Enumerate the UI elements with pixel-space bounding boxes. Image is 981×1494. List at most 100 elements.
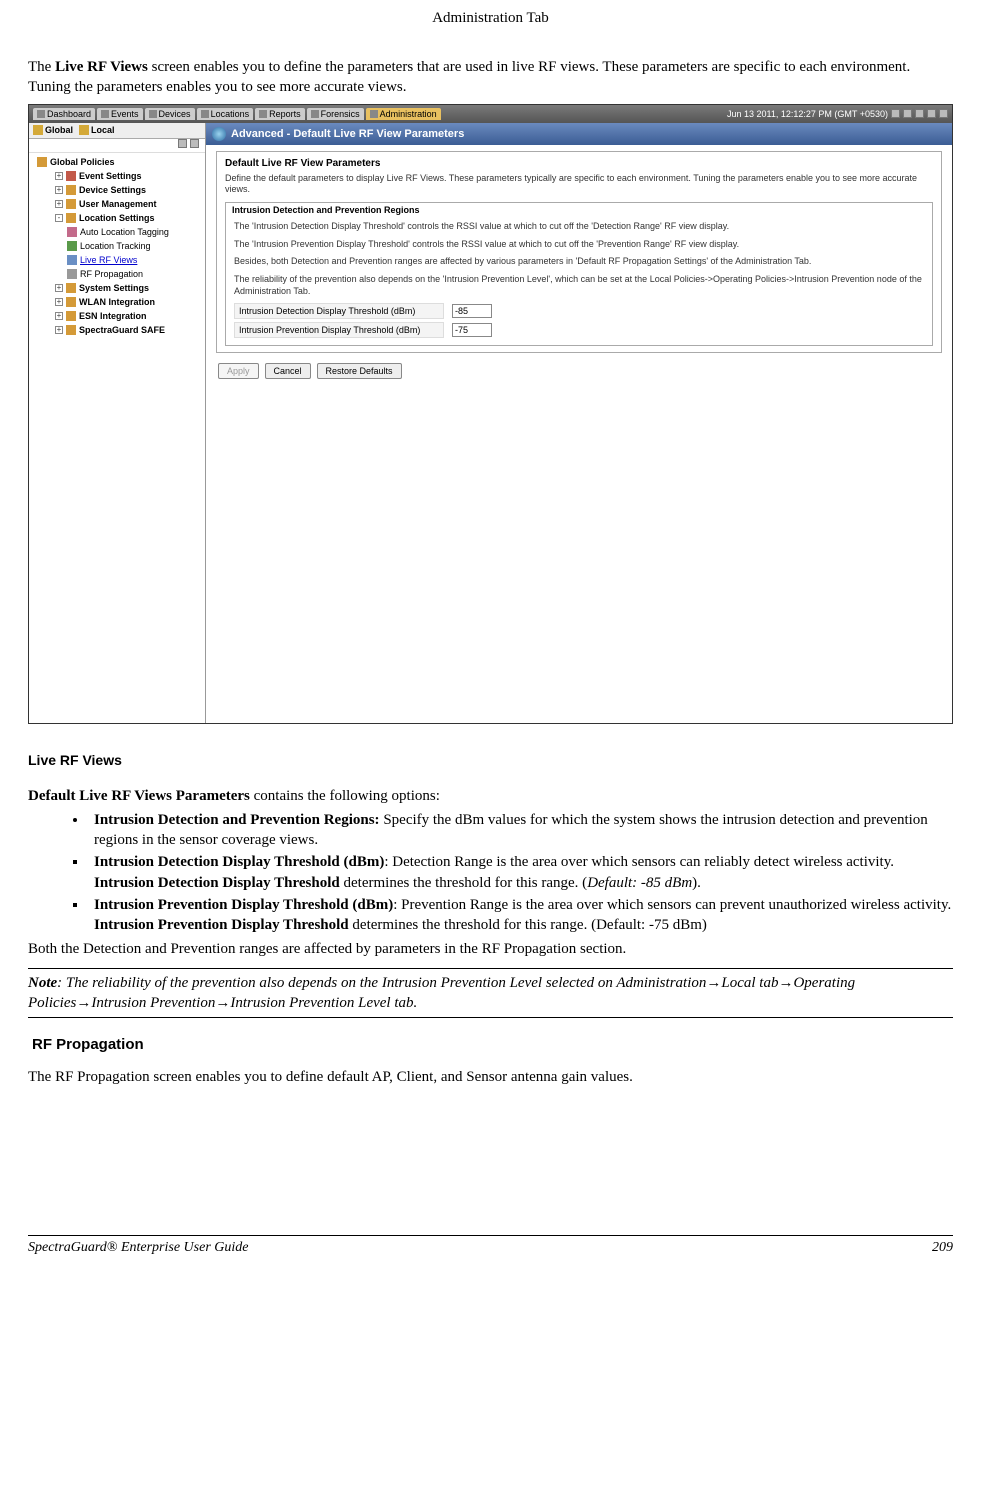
item-label: SpectraGuard SAFE xyxy=(79,325,165,335)
timestamp-text: Jun 13 2011, 12:12:27 PM (GMT +0530) xyxy=(727,109,888,119)
note-bold: Note xyxy=(28,975,57,991)
item-label: System Settings xyxy=(79,283,149,293)
expand-icon[interactable]: + xyxy=(55,312,63,320)
detection-threshold-input[interactable] xyxy=(452,304,492,318)
page-header: Administration Tab xyxy=(28,10,953,27)
expand-icon[interactable]: + xyxy=(55,186,63,194)
note-rest: : The reliability of the prevention also… xyxy=(57,975,706,991)
locations-icon xyxy=(201,110,209,118)
expand-all-icon[interactable] xyxy=(178,139,187,148)
param-row-detection: Intrusion Detection Display Threshold (d… xyxy=(234,303,924,319)
sidebar-location-tracking[interactable]: Location Tracking xyxy=(35,239,205,253)
params-bold: Default Live RF Views Parameters xyxy=(28,788,250,804)
note-block: Note: The reliability of the prevention … xyxy=(28,968,953,1019)
sidebar: Global Local Global Policies +Event Sett… xyxy=(29,123,206,723)
sidebar-live-rf-views[interactable]: Live RF Views xyxy=(35,253,205,267)
tab-locations[interactable]: Locations xyxy=(197,108,254,120)
tab-events[interactable]: Events xyxy=(97,108,143,120)
after-bullets-text: Both the Detection and Prevention ranges… xyxy=(28,939,953,959)
tab-label: Administration xyxy=(380,109,437,119)
app-timestamp: Jun 13 2011, 12:12:27 PM (GMT +0530) xyxy=(727,109,948,119)
sidebar-wlan-integration[interactable]: +WLAN Integration xyxy=(35,295,205,309)
global-label: Global xyxy=(45,125,73,135)
restore-defaults-button[interactable]: Restore Defaults xyxy=(317,363,402,379)
item-label: Device Settings xyxy=(79,185,146,195)
tab-administration[interactable]: Administration xyxy=(366,108,441,120)
tab-label: Forensics xyxy=(321,109,360,119)
sidebar-event-settings[interactable]: +Event Settings xyxy=(35,169,205,183)
tab-reports[interactable]: Reports xyxy=(255,108,305,120)
sidebar-spectraguard-safe[interactable]: + SpectraGuard SAFE xyxy=(35,323,205,337)
tab-label: Devices xyxy=(159,109,191,119)
cancel-button[interactable]: Cancel xyxy=(265,363,311,379)
apply-button[interactable]: Apply xyxy=(218,363,259,379)
rf-icon xyxy=(67,255,77,265)
tab-label: Dashboard xyxy=(47,109,91,119)
sidebar-global-policies[interactable]: Global Policies xyxy=(35,155,205,169)
param-row-prevention: Intrusion Prevention Display Threshold (… xyxy=(234,322,924,338)
item-label: RF Propagation xyxy=(80,269,143,279)
folder-icon xyxy=(66,213,76,223)
expand-icon[interactable]: + xyxy=(55,284,63,292)
para1: The 'Intrusion Detection Display Thresho… xyxy=(234,221,924,233)
logout-icon[interactable] xyxy=(939,109,948,118)
footer-left: SpectraGuard® Enterprise User Guide xyxy=(28,1240,248,1256)
tracking-icon xyxy=(67,241,77,251)
tab-forensics[interactable]: Forensics xyxy=(307,108,364,120)
panel-title: Advanced - Default Live RF View Paramete… xyxy=(231,128,464,140)
note-p5: Intrusion Prevention Level tab. xyxy=(230,995,417,1011)
sidebar-global-tab[interactable]: Global xyxy=(33,125,73,135)
button-row: Apply Cancel Restore Defaults xyxy=(216,363,942,379)
b3-mid1: : Prevention Range is the area over whic… xyxy=(393,897,951,913)
list-icon[interactable] xyxy=(915,109,924,118)
admin-icon xyxy=(370,110,378,118)
fieldset-title: Default Live RF View Parameters xyxy=(225,158,933,169)
footer-page-number: 209 xyxy=(932,1240,953,1256)
arrow-icon: → xyxy=(778,974,793,991)
sidebar-esn-integration[interactable]: +ESN Integration xyxy=(35,309,205,323)
devices-icon xyxy=(149,110,157,118)
folder-icon xyxy=(66,185,76,195)
intro-bold: Live RF Views xyxy=(55,59,148,75)
folder-icon xyxy=(66,199,76,209)
sidebar-local-tab[interactable]: Local xyxy=(79,125,115,135)
bullet-prevention-threshold: Intrusion Prevention Display Threshold (… xyxy=(88,895,953,936)
item-label: Live RF Views xyxy=(80,255,137,265)
help-icon[interactable] xyxy=(927,109,936,118)
prevention-threshold-input[interactable] xyxy=(452,323,492,337)
collapse-icon[interactable]: - xyxy=(55,214,63,222)
sidebar-device-settings[interactable]: + Device Settings xyxy=(35,183,205,197)
forensics-icon xyxy=(311,110,319,118)
item-label: User Management xyxy=(79,199,157,209)
expand-icon[interactable]: + xyxy=(55,298,63,306)
tab-label: Locations xyxy=(211,109,250,119)
description-text: Define the default parameters to display… xyxy=(225,173,933,196)
collapse-all-icon[interactable] xyxy=(190,139,199,148)
rf-propagation-text: The RF Propagation screen enables you to… xyxy=(28,1067,953,1087)
toggle-icon[interactable] xyxy=(903,109,912,118)
intro-prefix: The xyxy=(28,59,55,75)
tab-dashboard[interactable]: Dashboard xyxy=(33,108,95,120)
sidebar-location-settings[interactable]: -Location Settings xyxy=(35,211,205,225)
bullet-regions: Intrusion Detection and Prevention Regio… xyxy=(88,810,953,851)
sidebar-system-settings[interactable]: + System Settings xyxy=(35,281,205,295)
folder-icon xyxy=(37,157,47,167)
expand-icon[interactable]: + xyxy=(55,326,63,334)
intro-paragraph: The Live RF Views screen enables you to … xyxy=(28,57,953,98)
local-icon xyxy=(79,125,89,135)
local-label: Local xyxy=(91,125,115,135)
para4: The reliability of the prevention also d… xyxy=(234,274,924,297)
b3-end: determines the threshold for this range.… xyxy=(349,917,707,933)
expand-icon[interactable]: + xyxy=(55,200,63,208)
param-label: Intrusion Prevention Display Threshold (… xyxy=(234,322,444,338)
refresh-icon[interactable] xyxy=(891,109,900,118)
item-label: Location Tracking xyxy=(80,241,151,251)
b1-bold: Intrusion Detection and Prevention Regio… xyxy=(94,812,380,828)
sidebar-user-management[interactable]: + User Management xyxy=(35,197,205,211)
sidebar-auto-location-tagging[interactable]: Auto Location Tagging xyxy=(35,225,205,239)
figure-caption: Live RF Views xyxy=(28,752,953,768)
expand-icon[interactable]: + xyxy=(55,172,63,180)
sidebar-rf-propagation[interactable]: RF Propagation xyxy=(35,267,205,281)
tab-label: Events xyxy=(111,109,139,119)
tab-devices[interactable]: Devices xyxy=(145,108,195,120)
